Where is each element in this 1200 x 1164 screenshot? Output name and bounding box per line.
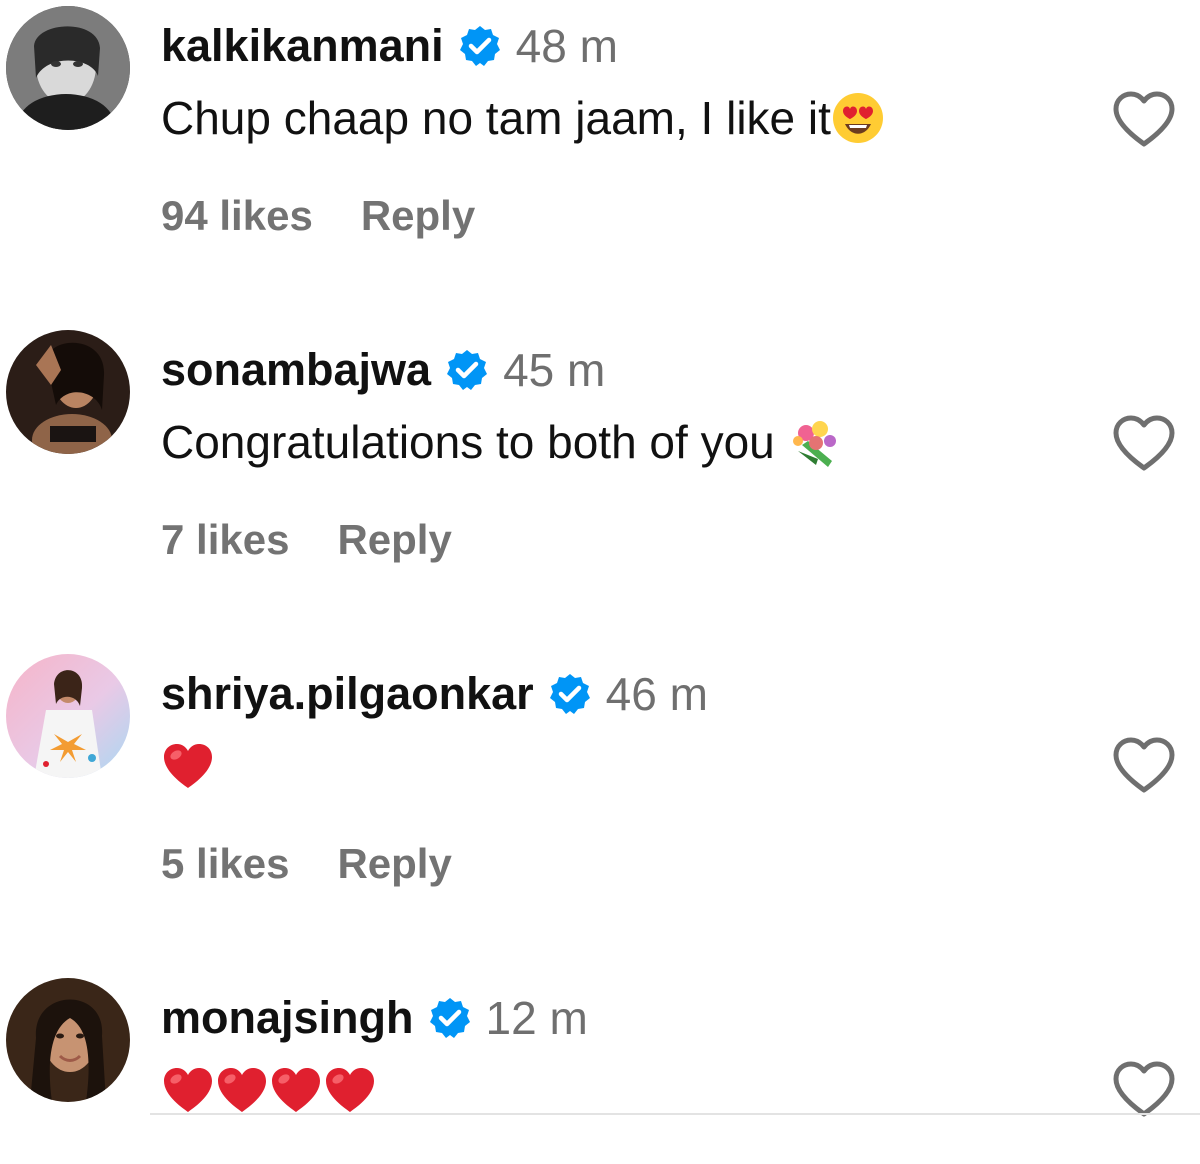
username[interactable]: shriya.pilgaonkar (161, 668, 534, 720)
like-heart-icon[interactable] (1112, 90, 1176, 148)
red-heart-icon (161, 739, 215, 793)
comment-header: kalkikanmani 48 m (161, 16, 618, 76)
comment-header: sonambajwa 45 m (161, 340, 605, 400)
avatar[interactable] (6, 978, 130, 1102)
smiling-face-with-heart-eyes-icon (831, 91, 885, 145)
likes-count[interactable]: 5 likes (161, 840, 289, 888)
comment-text: Congratulations to both of you (161, 416, 788, 468)
verified-badge-icon (458, 24, 502, 68)
comment-item: kalkikanmani 48 m Chup chaap no tam jaam… (0, 6, 1200, 306)
comment-item: shriya.pilgaonkar 46 m 5 likes Reply (0, 654, 1200, 954)
red-heart-icon (161, 1063, 215, 1117)
reply-button[interactable]: Reply (337, 840, 451, 888)
comment-item: sonambajwa 45 m Congratulations to both … (0, 330, 1200, 630)
comment-text-line (161, 734, 215, 798)
comment-item: monajsingh 12 m (0, 978, 1200, 1164)
timestamp: 45 m (503, 344, 606, 396)
verified-badge-icon (445, 348, 489, 392)
like-heart-icon[interactable] (1112, 736, 1176, 794)
red-heart-icon (269, 1063, 323, 1117)
verified-badge-icon (548, 672, 592, 716)
divider (150, 1113, 1200, 1115)
avatar-image (6, 6, 130, 130)
bouquet-icon (788, 415, 842, 469)
comment-actions: 94 likes Reply (161, 188, 475, 244)
avatar-image (6, 978, 130, 1102)
comment-header: monajsingh 12 m (161, 988, 588, 1048)
likes-count[interactable]: 7 likes (161, 516, 289, 564)
timestamp: 46 m (605, 668, 708, 720)
avatar[interactable] (6, 654, 130, 778)
likes-count[interactable]: 94 likes (161, 192, 313, 240)
red-heart-icon (323, 1063, 377, 1117)
username[interactable]: sonambajwa (161, 344, 431, 396)
comment-header: shriya.pilgaonkar 46 m (161, 664, 708, 724)
like-heart-icon[interactable] (1112, 414, 1176, 472)
red-heart-icon (215, 1063, 269, 1117)
username[interactable]: kalkikanmani (161, 20, 444, 72)
avatar[interactable] (6, 6, 130, 130)
verified-badge-icon (428, 996, 472, 1040)
reply-button[interactable]: Reply (337, 516, 451, 564)
comment-actions: 5 likes Reply (161, 836, 452, 892)
reply-button[interactable]: Reply (361, 192, 475, 240)
comment-text-line: Chup chaap no tam jaam, I like it (161, 86, 885, 150)
username[interactable]: monajsingh (161, 992, 414, 1044)
avatar-image (6, 654, 130, 778)
timestamp: 12 m (485, 992, 588, 1044)
avatar-image (6, 330, 130, 454)
comment-text-line: Congratulations to both of you (161, 410, 842, 474)
like-heart-icon[interactable] (1112, 1060, 1176, 1118)
avatar[interactable] (6, 330, 130, 454)
comment-actions: 7 likes Reply (161, 512, 452, 568)
timestamp: 48 m (515, 20, 618, 72)
comment-text: Chup chaap no tam jaam, I like it (161, 92, 831, 144)
